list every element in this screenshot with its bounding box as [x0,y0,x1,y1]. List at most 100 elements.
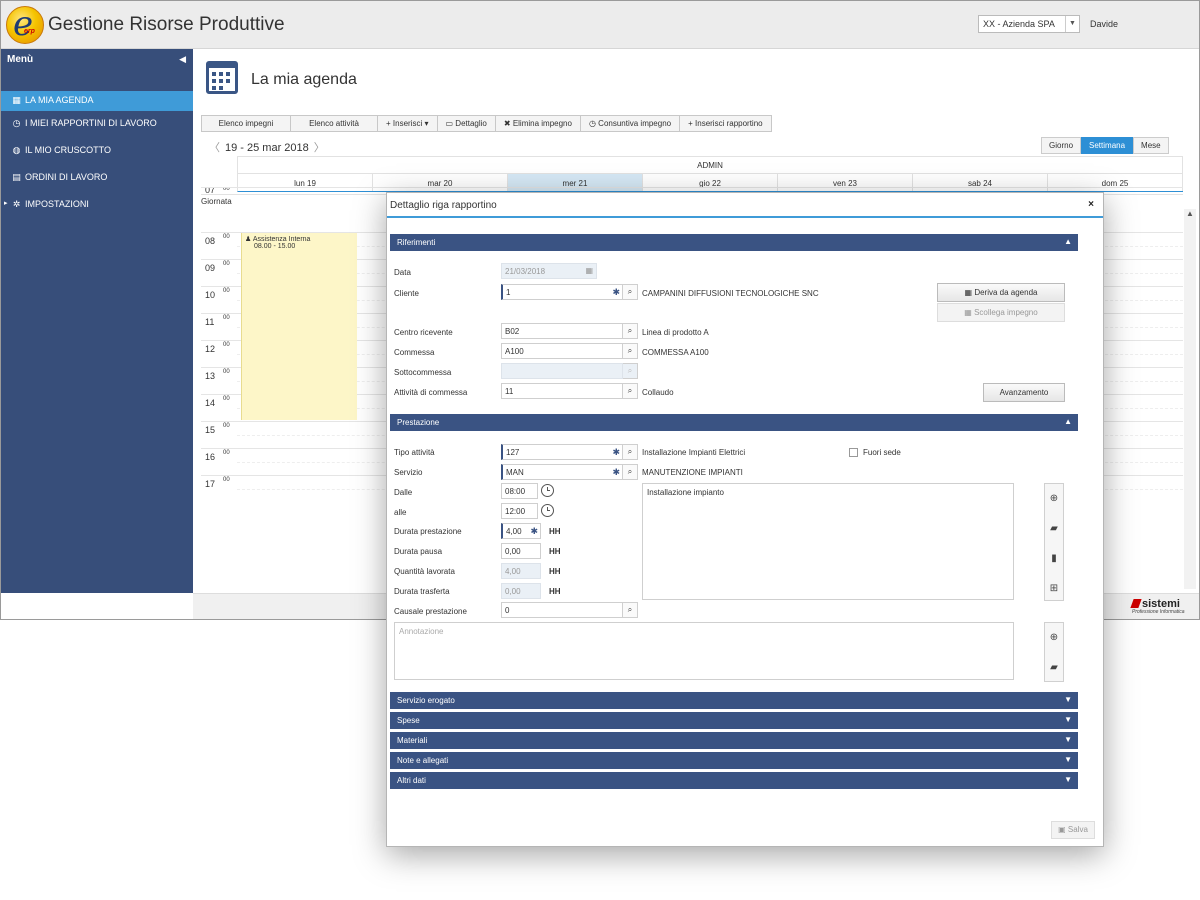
logo-letter: e [13,4,34,44]
dalle-field-value: 08:00 [505,487,526,496]
close-icon[interactable]: × [1088,199,1094,210]
calendar-icon: ▦ [585,266,593,275]
calendar-scrollbar[interactable]: ▲ [1184,209,1196,589]
eraser-icon[interactable]: ▰ [1045,653,1063,683]
sidebar-item-rapportini[interactable]: ◷ I MIEI RAPPORTINI DI LAVORO [1,111,193,138]
causale-field[interactable]: 0 [501,602,623,618]
chevron-right-icon[interactable]: 〉 [314,142,325,154]
attivita-field[interactable]: 11 [501,383,623,399]
search-icon[interactable]: ⌕ [623,343,638,359]
descrizione-textarea[interactable]: Installazione impianto [642,483,1014,600]
hour-label: 12 [205,344,216,354]
search-icon[interactable]: ⌕ [623,323,638,339]
clock-icon: ◷ [588,119,596,128]
sidebar-item-cruscotto[interactable]: ◍ IL MIO CRUSCOTTO [1,138,193,165]
section-servizio-erogato[interactable]: Servizio erogato ▼ [390,692,1078,709]
section-title: Spese [397,716,420,725]
section-note-allegati[interactable]: Note e allegati ▼ [390,752,1078,769]
sidebar-item-label: ORDINI DI LAVORO [25,172,108,182]
alle-field[interactable]: 12:00 [501,503,538,519]
inserisci-rapportino-button[interactable]: + Inserisci rapportino [679,115,772,132]
search-icon[interactable]: ⌕ [623,383,638,399]
view-giorno-button[interactable]: Giorno [1041,137,1082,154]
consuntiva-impegno-button[interactable]: ◷ Consuntiva impegno [579,115,680,132]
dalle-field[interactable]: 08:00 [501,483,538,499]
servizio-field[interactable]: MAN ✱ [501,464,623,480]
section-materiali[interactable]: Materiali ▼ [390,732,1078,749]
chevron-up-icon[interactable]: ▲ [1064,237,1072,246]
scollega-impegno-button[interactable]: ▦ Scollega impegno [937,303,1065,322]
commessa-label: Commessa [394,348,435,357]
fuori-sede-checkbox[interactable] [849,448,858,457]
chevron-down-icon[interactable]: ▼ [1064,695,1072,704]
section-prestazione[interactable]: Prestazione ▲ [390,414,1078,431]
section-altri-dati[interactable]: Altri dati ▼ [390,772,1078,789]
search-icon[interactable]: ⌕ [623,444,638,460]
durata-prestazione-field[interactable]: 4,00 ✱ [501,523,541,539]
chevron-down-icon[interactable]: ▼ [1065,16,1079,32]
expand-icon[interactable]: ⊞ [1045,574,1063,604]
sottocommessa-label: Sottocommessa [394,368,452,377]
button-label: Elenco attività [309,119,359,128]
zoom-icon[interactable]: ⊕ [1045,484,1063,514]
sidebar-item-ordini[interactable]: ▤ ORDINI DI LAVORO [1,165,193,192]
chevron-up-icon[interactable]: ▲ [1184,209,1196,218]
plus-icon: + [386,119,391,128]
section-spese[interactable]: Spese ▼ [390,712,1078,729]
avanzamento-button[interactable]: Avanzamento [983,383,1065,402]
hour-label: 10 [205,290,216,300]
company-select-value: XX - Azienda SPA [983,19,1055,29]
section-riferimenti[interactable]: Riferimenti ▲ [390,234,1078,251]
unlink-icon: ▦ [964,308,972,317]
required-icon: ✱ [612,447,620,457]
clock-icon[interactable] [541,484,554,497]
sidebar-item-label: I MIEI RAPPORTINI DI LAVORO [25,118,157,128]
hour-label: 13 [205,371,216,381]
chevron-down-icon[interactable]: ▼ [1064,735,1072,744]
brand-mark-icon [1130,599,1142,608]
deriva-da-agenda-button[interactable]: ▦ Deriva da agenda [937,283,1065,302]
app-title: Gestione Risorse Produttive [48,14,285,35]
book-icon[interactable]: ▮ [1045,544,1063,574]
sidebar-item-agenda[interactable]: ▦ LA MIA AGENDA [1,91,193,111]
search-icon[interactable]: ⌕ [623,602,638,618]
chevron-down-icon[interactable]: ▼ [1064,755,1072,764]
centro-field[interactable]: B02 [501,323,623,339]
save-button[interactable]: ▣ Salva [1051,821,1095,839]
clock-icon[interactable] [541,504,554,517]
data-label: Data [394,268,411,277]
collapse-sidebar-icon[interactable]: ◀ [179,54,186,65]
chevron-down-icon[interactable]: ▼ [1064,715,1072,724]
annotazione-textarea[interactable]: Annotazione [394,622,1014,680]
servizio-field-value: MAN [506,468,524,477]
commessa-field[interactable]: A100 [501,343,623,359]
chevron-up-icon[interactable]: ▲ [1064,417,1072,426]
page-title: La mia agenda [251,71,357,88]
sidebar-item-impostazioni[interactable]: ▸ ✲ IMPOSTAZIONI [1,192,193,219]
eraser-icon[interactable]: ▰ [1045,514,1063,544]
durata-pausa-field[interactable]: 0,00 [501,543,541,559]
zoom-icon[interactable]: ⊕ [1045,623,1063,653]
annotazione-placeholder: Annotazione [399,627,444,636]
dettaglio-button[interactable]: ▭ Dettaglio [436,115,495,132]
tipo-attivita-field[interactable]: 127 ✱ [501,444,623,460]
search-icon[interactable]: ⌕ [623,284,638,300]
appointment[interactable]: ♟ Assistenza Interna 08.00 - 15.00 [241,233,357,420]
inserisci-button[interactable]: + Inserisci ▾ [377,115,437,132]
quantita-label: Quantità lavorata [394,567,455,576]
elenco-attivita-button[interactable]: Elenco attività [290,115,377,132]
appointment-title: Assistenza Interna [252,236,311,243]
elenco-impegni-button[interactable]: Elenco impegni [201,115,290,132]
user-name[interactable]: Davide [1090,19,1118,29]
elimina-impegno-button[interactable]: ✖ Elimina impegno [494,115,580,132]
search-icon[interactable]: ⌕ [623,464,638,480]
chevron-left-icon[interactable]: 〈 [209,142,220,154]
durata-prestazione-label: Durata prestazione [394,527,462,536]
company-select[interactable]: XX - Azienda SPA ▼ [978,15,1080,33]
chevron-down-icon[interactable]: ▼ [1064,775,1072,784]
view-mese-button[interactable]: Mese [1133,137,1169,154]
cliente-field[interactable]: 1 ✱ [501,284,623,300]
view-settimana-button[interactable]: Settimana [1081,137,1134,154]
required-icon: ✱ [612,287,620,297]
servizio-description: MANUTENZIONE IMPIANTI [642,468,743,477]
